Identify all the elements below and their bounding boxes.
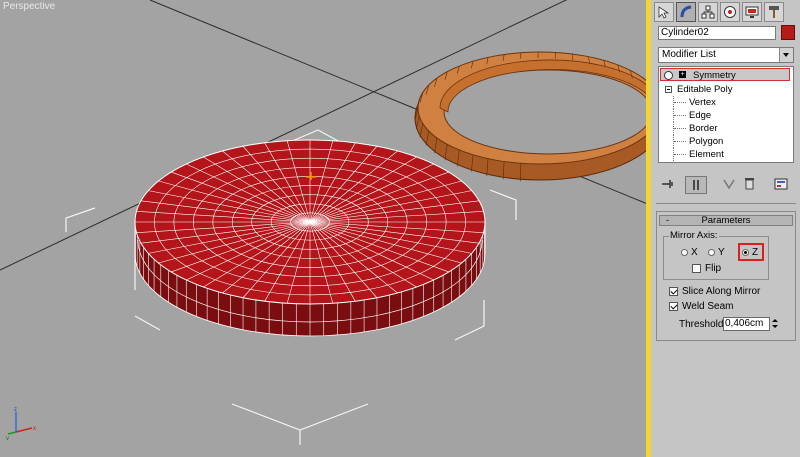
configure-modifier-sets-icon[interactable] <box>772 176 794 194</box>
command-panel: Cylinder02 Modifier List + Symmetry Edit… <box>651 0 800 457</box>
stack-sub-border[interactable]: Border <box>673 122 718 135</box>
motion-tab[interactable] <box>720 2 740 22</box>
checkbox-label: Slice Along Mirror <box>682 286 761 297</box>
mirror-axis-group: Mirror Axis: X Y Z Flip <box>663 230 769 280</box>
sub-label: Polygon <box>689 136 724 147</box>
lightbulb-icon[interactable] <box>664 71 673 80</box>
remove-modifier-icon[interactable] <box>740 176 762 194</box>
svg-text:x: x <box>33 426 36 432</box>
checkbox-label: Weld Seam <box>682 301 734 312</box>
utilities-tab[interactable] <box>764 2 784 22</box>
object-name-field[interactable]: Cylinder02 <box>658 26 776 40</box>
stack-sub-vertex[interactable]: Vertex <box>673 96 716 109</box>
threshold-spinner[interactable] <box>771 317 779 331</box>
radio-dot-selected <box>742 249 749 256</box>
modifier-stack[interactable]: + Symmetry Editable Poly Vertex Edge Bor… <box>658 66 794 163</box>
rollout-title: Parameters <box>701 215 751 226</box>
viewport-label[interactable]: Perspective <box>3 1 55 12</box>
radio-label: Z <box>752 247 759 258</box>
create-tab[interactable] <box>654 2 674 22</box>
checkbox-box <box>692 264 701 273</box>
pin-stack-icon[interactable] <box>658 176 680 194</box>
chevron-down-icon[interactable] <box>779 48 793 62</box>
threshold-label: Threshold: <box>679 319 727 330</box>
perspective-viewport[interactable]: Perspective z x y <box>0 0 650 457</box>
stack-item-symmetry[interactable]: + Symmetry <box>660 68 790 81</box>
checkbox-label: Flip <box>705 263 722 274</box>
parameters-rollout: - Parameters Mirror Axis: X Y Z Flip Sli… <box>656 211 796 341</box>
radio-dot <box>681 249 688 256</box>
make-unique-icon[interactable] <box>720 176 742 194</box>
stack-item-editable-poly[interactable]: Editable Poly <box>662 83 790 96</box>
radio-label: X <box>691 247 698 258</box>
display-monitor-icon <box>745 6 759 18</box>
radio-dot <box>708 249 715 256</box>
collapse-minus-icon: - <box>666 215 670 226</box>
checkbox-box <box>669 302 678 311</box>
modify-bend-icon <box>680 5 692 18</box>
stack-sub-polygon[interactable]: Polygon <box>673 135 723 148</box>
expand-plus-icon[interactable]: + <box>679 71 686 78</box>
create-arrow-icon <box>658 6 670 19</box>
cylinder-object <box>134 139 486 337</box>
checkbox-box <box>669 287 678 296</box>
radio-label: Y <box>718 247 725 258</box>
utilities-hammer-icon <box>769 6 779 18</box>
torus-object <box>414 51 650 182</box>
sub-label: Edge <box>689 110 712 121</box>
modifier-list-label: Modifier List <box>662 49 716 60</box>
panel-divider <box>656 203 796 204</box>
sub-label: Border <box>689 123 718 134</box>
modifier-list-dropdown[interactable]: Modifier List <box>658 47 794 63</box>
object-color-swatch[interactable] <box>781 25 795 40</box>
spinner-up-icon[interactable] <box>771 317 779 324</box>
parameters-rollout-header[interactable]: - Parameters <box>659 215 793 226</box>
stack-sub-element[interactable]: Element <box>673 148 724 161</box>
modify-tab[interactable] <box>676 2 696 22</box>
stack-sub-edge[interactable]: Edge <box>673 109 711 122</box>
collapse-minus-icon[interactable] <box>665 86 672 93</box>
show-end-result-icon[interactable] <box>685 176 707 194</box>
stack-item-label: Symmetry <box>693 70 736 81</box>
mirror-axis-label: Mirror Axis: <box>669 230 719 241</box>
axis-tripod-icon: z x y <box>6 407 36 440</box>
sub-label: Element <box>689 149 724 160</box>
hierarchy-icon <box>701 5 715 19</box>
stack-item-label: Editable Poly <box>677 84 733 95</box>
svg-text:y: y <box>6 436 9 440</box>
motion-icon <box>724 6 736 18</box>
hierarchy-tab[interactable] <box>698 2 718 22</box>
threshold-input[interactable]: 0,406cm <box>723 317 770 331</box>
stack-toolbar <box>658 176 794 194</box>
spinner-down-icon[interactable] <box>771 324 779 331</box>
sub-label: Vertex <box>689 97 716 108</box>
scene-canvas[interactable] <box>0 0 650 457</box>
svg-text:z: z <box>14 407 17 413</box>
display-tab[interactable] <box>742 2 762 22</box>
